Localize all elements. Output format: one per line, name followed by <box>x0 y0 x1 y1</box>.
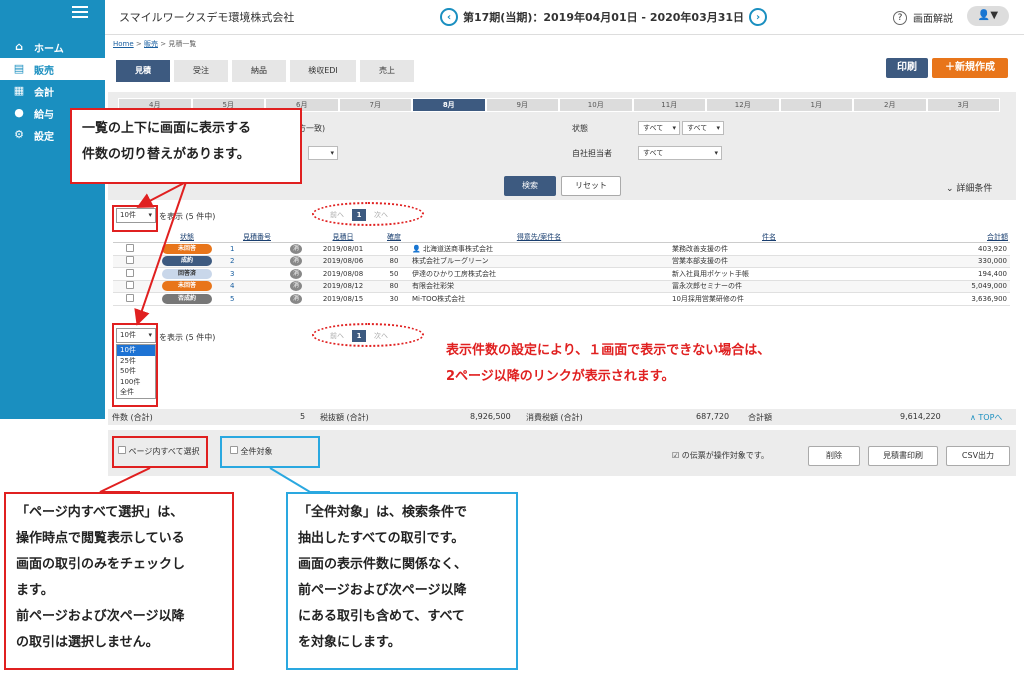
note-line: 操作時点で閲覧表示している <box>16 531 185 546</box>
note-line: 表示件数の設定により、１画面で表示できない場合は、 <box>446 343 771 358</box>
note-line: の取引は選択しません。 <box>16 635 159 650</box>
callout-blue <box>269 467 330 493</box>
note-select-page: 「ページ内すべて選択」は、 操作時点で閲覧表示している 画面の取引のみをチェック… <box>4 492 234 670</box>
note-line: を対象にします。 <box>298 635 401 650</box>
note-line: 件数の切り替えがあります。 <box>82 147 250 162</box>
note-pagesize: 一覧の上下に画面に表示する 件数の切り替えがあります。 <box>70 108 302 184</box>
note-line: 一覧の上下に画面に表示する <box>82 121 252 136</box>
note-pagination: 表示件数の設定により、１画面で表示できない場合は、 2ページ以降のリンクが表示さ… <box>446 338 770 390</box>
note-line: 「ページ内すべて選択」は、 <box>16 505 184 520</box>
note-line: 2ページ以降のリンクが表示されます。 <box>446 369 675 384</box>
note-select-all: 「全件対象」は、検索条件で 抽出したすべての取引です。 画面の表示件数に関係なく… <box>286 492 518 670</box>
note-line: にある取引も含めて、すべて <box>298 609 465 624</box>
note-line: 画面の表示件数に関係なく、 <box>298 557 468 572</box>
note-line: 前ページおよび次ページ以降 <box>16 609 185 624</box>
note-line: ます。 <box>16 583 54 598</box>
callout-red <box>99 467 151 493</box>
note-line: 画面の取引のみをチェックし <box>16 557 186 572</box>
note-line: 「全件対象」は、検索条件で <box>298 505 468 520</box>
note-line: 前ページおよび次ページ以降 <box>298 583 467 598</box>
note-line: 抽出したすべての取引です。 <box>298 531 465 546</box>
